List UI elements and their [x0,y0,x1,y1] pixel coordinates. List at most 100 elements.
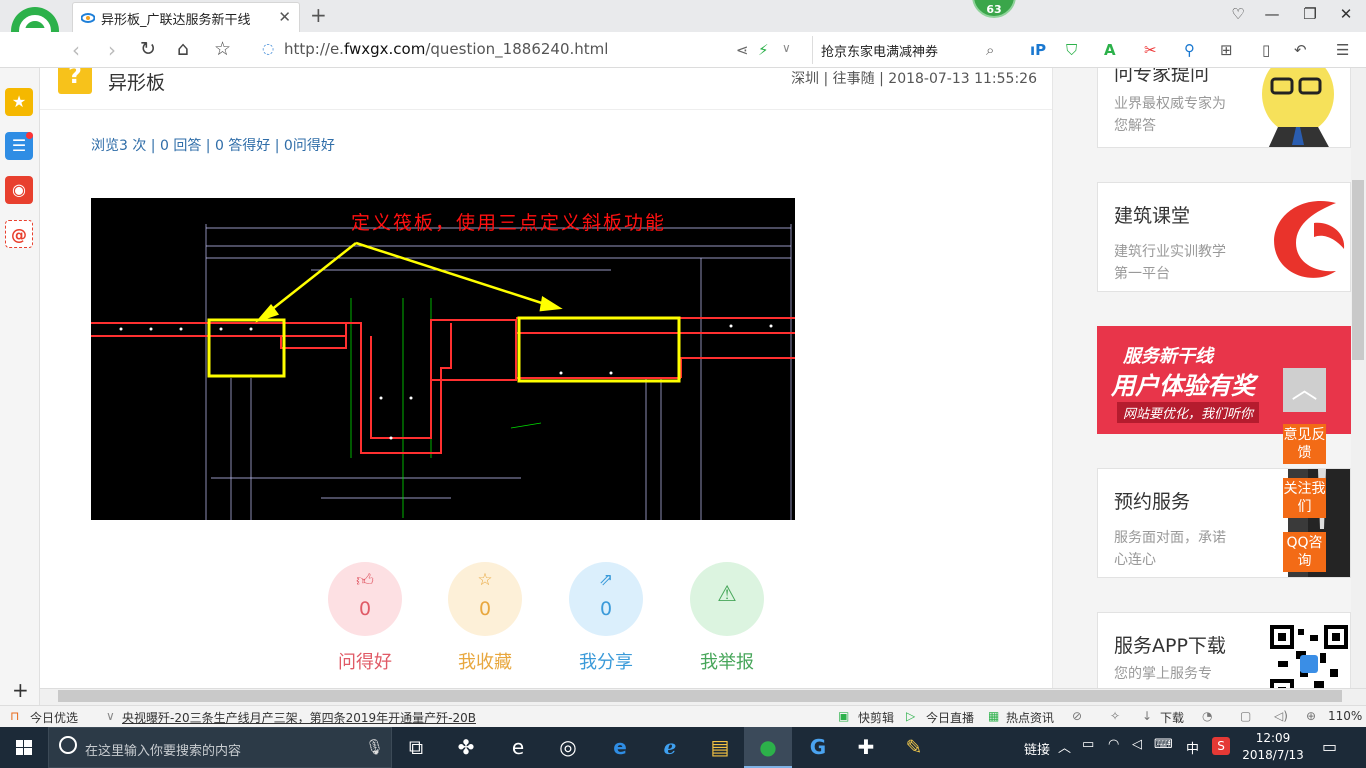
browser-sidebar: ★ ☰ ◉ @ + [0,68,40,705]
zoom-level[interactable]: 110% [1328,709,1362,723]
pin-icon[interactable]: ✧ [1110,709,1120,723]
file-explorer-icon[interactable]: ▤ [696,727,744,768]
browser-mini-icon[interactable]: ◔ [1202,709,1212,723]
cad-drawing-image[interactable]: 定义筏板，使用三点定义斜板功能 [91,198,795,520]
appointment-desc: 服务面对面，承诺心连心 [1114,530,1226,568]
apps-grid-icon[interactable]: ⊞ [1220,41,1233,59]
cad-annotation: 定义筏板，使用三点定义斜板功能 [351,212,667,234]
bookmark-star-icon[interactable]: ☆ [214,38,231,60]
forward-icon[interactable]: › [108,38,116,62]
quick-cut-link[interactable]: 快剪辑 [858,709,894,726]
app-download-card[interactable]: 服务APP下载 您的掌上服务专 [1097,612,1351,688]
new-tab-icon[interactable]: + [310,3,327,27]
report-button[interactable]: ⚠ 我举报 [690,562,764,674]
vertical-scroll-thumb[interactable] [1352,180,1364,360]
news-ticker-link[interactable]: 央视曝歼-20三条生产线月产三架，第四条2019年开通量产歼-20B [122,709,476,726]
tray-link-label[interactable]: 链接 [1024,739,1050,758]
search-input[interactable] [812,36,1008,64]
url-field[interactable]: http://e.fwxgx.com/question_1886240.html [284,40,608,58]
add-sidebar-icon[interactable]: + [12,678,29,702]
score-badge[interactable]: 63 [972,0,1016,18]
speed-icon[interactable]: ⊘ [1072,709,1082,723]
feedback-button[interactable]: 意见反馈 [1283,424,1326,464]
browser-tab[interactable]: 异形板_广联达服务新干线 ✕ [72,2,300,32]
magnifier-icon[interactable]: ⚲ [1184,41,1195,59]
ask-good-circle: 👍︎ 0 [328,562,402,636]
notes-app-icon[interactable]: ✎ [890,727,938,768]
browser-360-taskbar-icon[interactable]: ● [744,727,792,768]
volume-tray-icon[interactable]: ◁ [1132,737,1142,752]
edge-browser-icon[interactable]: e [596,727,644,768]
weibo-icon[interactable]: ◉ [5,176,33,204]
microphone-icon[interactable]: 🎙︎ [365,738,384,756]
home-icon[interactable]: ⌂ [177,38,189,60]
close-window-icon[interactable]: ✕ [1336,5,1356,23]
favorites-star-icon[interactable]: ★ [5,88,33,116]
taskbar-search-box[interactable]: 在这里输入你要搜索的内容 🎙︎ [48,727,392,768]
cut-icon: ▣ [838,709,850,723]
skin-icon[interactable]: ♡ [1228,5,1248,23]
report-label: 我举报 [700,652,754,673]
tab-close-icon[interactable]: ✕ [278,8,291,26]
translate-icon[interactable]: A [1104,41,1116,59]
scissors-icon[interactable]: ✂ [1144,41,1157,59]
edge-e-icon[interactable]: e [494,727,542,768]
back-icon[interactable]: ‹ [72,38,80,62]
wifi-icon[interactable]: ◠ [1108,737,1119,752]
menu-icon[interactable]: ☰ [1336,41,1349,59]
share-button[interactable]: ⇗ 0 我分享 [569,562,643,674]
report-circle: ⚠ [690,562,764,636]
ie-icon[interactable]: ℯ [646,727,694,768]
building-class-card[interactable]: 建筑课堂 建筑行业实训教学第一平台 [1097,182,1351,292]
system-clock[interactable]: 12:09 2018/7/13 [1242,730,1304,764]
windows-start-icon[interactable] [0,727,48,768]
favorite-label: 我收藏 [458,652,512,673]
qq-consult-button[interactable]: QQ咨询 [1283,532,1326,572]
email-icon[interactable]: @ [5,220,33,248]
address-bar: ‹ › ↻ ⌂ ☆ ◌ http://e.fwxgx.com/question_… [0,32,1366,78]
battery-icon[interactable]: ▭ [1082,737,1094,752]
share-circle: ⇗ 0 [569,562,643,636]
minimize-icon[interactable]: — [1262,5,1282,23]
ext-ip-icon[interactable]: ıP [1030,41,1046,59]
question-title: 异形板 [108,72,166,94]
vertical-scrollbar[interactable] [1351,68,1366,688]
undo-icon[interactable]: ↶ [1294,41,1307,59]
tablet-icon[interactable]: ▯ [1262,41,1270,59]
today-live-link[interactable]: 今日直播 [926,709,974,726]
share-page-icon[interactable]: ⋖ [736,41,749,59]
banner-line3: 网站要优化，我们听你 [1117,402,1260,423]
site-security-icon[interactable]: ◌ [262,41,274,57]
search-icon[interactable]: ⌕ [986,41,994,59]
restore-icon[interactable]: ❐ [1300,5,1320,23]
fan-app-icon[interactable]: ✤ [442,727,490,768]
hot-news-link[interactable]: 热点资讯 [1006,709,1054,726]
spiral-app-icon[interactable]: ◎ [544,727,592,768]
volume-icon[interactable]: ◁) [1274,709,1288,723]
sogou-ime-icon[interactable]: S [1212,737,1230,755]
chevron-down-icon[interactable]: ∨ [782,41,791,55]
cortana-icon [59,736,77,754]
daily-picks-link[interactable]: 今日优选 [30,709,78,726]
back-to-top-button[interactable]: ︿ [1283,368,1326,412]
ask-expert-card[interactable]: 问专家提问 业界最权威专家为您解答 [1097,68,1351,148]
browser-statusbar: ⊓ 今日优选 ∨ 央视曝歼-20三条生产线月产三架，第四条2019年开通量产歼-… [0,705,1366,727]
speed-mode-icon[interactable]: ⚡ [758,41,769,59]
ime-indicator[interactable]: 中 [1186,738,1199,757]
ask-good-button[interactable]: 👍︎ 0 问得好 [328,562,402,674]
favorite-button[interactable]: ☆ 0 我收藏 [448,562,522,674]
task-view-icon[interactable]: ⧉ [392,727,440,768]
horizontal-scroll-thumb[interactable] [58,690,1342,702]
action-center-icon[interactable]: ▭ [1322,737,1337,756]
keyboard-icon[interactable]: ⌨ [1154,737,1173,752]
download-link[interactable]: 下载 [1160,709,1184,726]
question-stats[interactable]: 浏览3 次 | 0 回答 | 0 答得好 | 0问得好 [91,135,335,155]
window-icon[interactable]: ▢ [1240,709,1251,723]
shield-yen-icon[interactable]: ⛉ [1066,41,1077,59]
follow-us-button[interactable]: 关注我们 [1283,478,1326,518]
plus-app-icon[interactable]: ✚ [842,727,890,768]
glodon-g-icon[interactable]: G [794,727,842,768]
zoom-icon[interactable]: ⊕ [1306,709,1316,723]
refresh-icon[interactable]: ↻ [140,38,156,60]
tray-expand-icon[interactable]: ︿ [1058,737,1071,756]
